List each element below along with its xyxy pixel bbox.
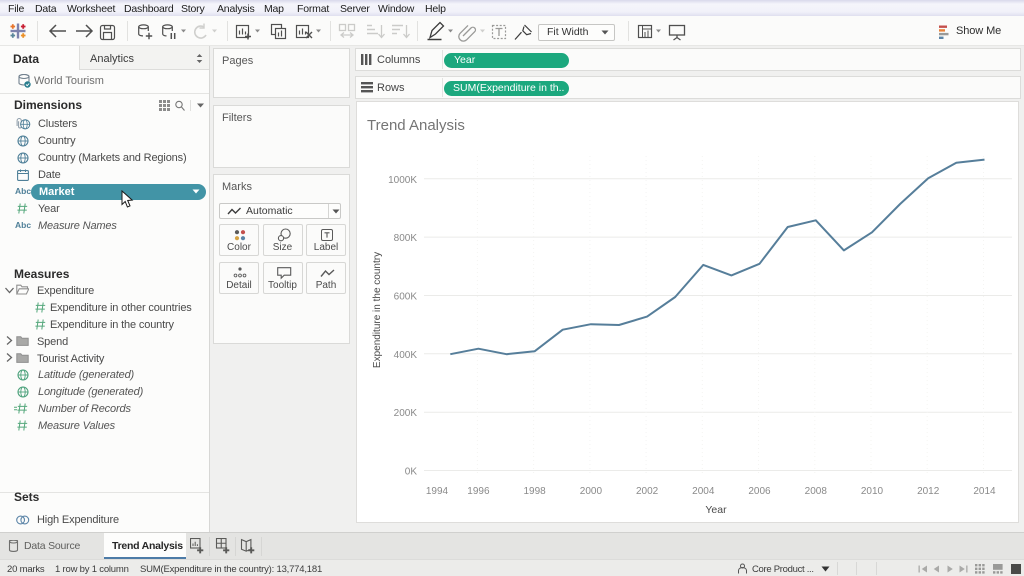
svg-text:1000K: 1000K — [388, 175, 417, 186]
svg-text:2012: 2012 — [917, 486, 940, 497]
svg-text:Year: Year — [705, 504, 727, 516]
svg-text:2002: 2002 — [636, 486, 659, 497]
svg-text:Trend Analysis: Trend Analysis — [367, 117, 465, 134]
svg-text:0K: 0K — [405, 467, 418, 478]
svg-text:2014: 2014 — [973, 486, 996, 497]
svg-text:600K: 600K — [394, 292, 418, 303]
svg-text:200K: 200K — [394, 408, 418, 419]
svg-text:1994: 1994 — [426, 486, 449, 497]
svg-text:Expenditure in the country: Expenditure in the country — [372, 252, 383, 368]
svg-text:800K: 800K — [394, 233, 418, 244]
svg-text:1998: 1998 — [523, 486, 546, 497]
svg-text:400K: 400K — [394, 350, 418, 361]
svg-text:2008: 2008 — [805, 486, 828, 497]
svg-text:1996: 1996 — [467, 486, 490, 497]
svg-text:2004: 2004 — [692, 486, 715, 497]
svg-text:2000: 2000 — [580, 486, 603, 497]
svg-text:2006: 2006 — [748, 486, 771, 497]
svg-text:2010: 2010 — [861, 486, 884, 497]
